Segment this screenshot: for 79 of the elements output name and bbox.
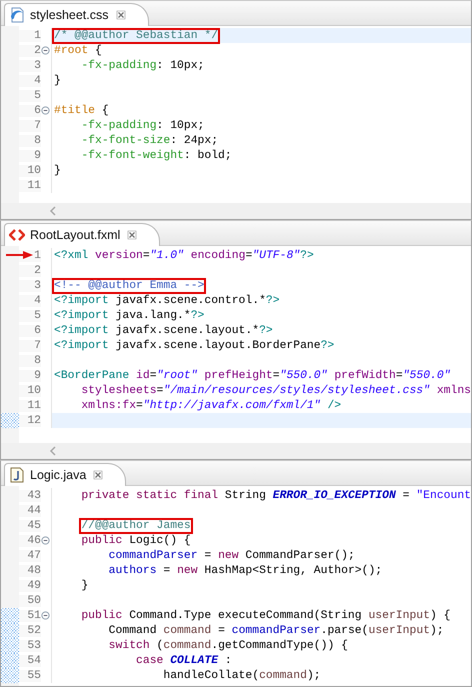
line-number: 2	[19, 44, 41, 56]
code-line: }	[54, 164, 61, 176]
code-line: #title {	[54, 104, 109, 116]
line-number: 4	[19, 74, 41, 86]
java-file-icon	[9, 467, 25, 483]
code-line: authors = new HashMap<String, Author>();	[108, 564, 382, 576]
code-line: <?import javafx.scene.layout.BorderPane?>	[54, 340, 334, 352]
code-line: stylesheets="/main/resources/styles/stylesheet.css" xmlns	[80, 384, 471, 396]
line-number: 3	[19, 60, 41, 72]
code-line: handleCollate(command);	[162, 670, 321, 682]
line-number: 7	[19, 120, 41, 132]
code-line: commandParser = new CommandParser();	[108, 550, 355, 562]
xml-file-icon	[9, 227, 25, 243]
code-line: <!-- @@author Emma -->	[54, 280, 204, 292]
line-number: 5	[19, 310, 41, 322]
line-number: 8	[19, 354, 41, 366]
line-number: 50	[19, 594, 41, 606]
code-line: }	[54, 74, 61, 86]
line-number: 11	[19, 400, 41, 412]
line-number: 46	[19, 534, 41, 546]
line-number: 44	[19, 504, 41, 516]
code-line: Command command = commandParser.parse(userInput);	[108, 624, 444, 636]
line-number: 10	[19, 384, 41, 396]
line-number: 10	[19, 164, 41, 176]
line-number: 3	[19, 280, 41, 292]
horizontal-scrollbar[interactable]	[1, 443, 471, 459]
code-line: -fx-padding: 10px;	[80, 60, 204, 72]
line-number: 4	[19, 294, 41, 306]
code-line: public Logic() {	[80, 534, 191, 546]
line-number: 49	[19, 580, 41, 592]
line-number: 52	[19, 624, 41, 636]
code-line: -fx-padding: 10px;	[80, 120, 204, 132]
line-number: 7	[19, 340, 41, 352]
editor-tab[interactable]: stylesheet.css	[4, 3, 149, 26]
close-icon[interactable]	[116, 10, 126, 20]
line-number: 11	[19, 180, 41, 192]
code-line: switch (command.getCommandType()) {	[108, 640, 348, 652]
line-number: 43	[19, 490, 41, 502]
line-number: 9	[19, 370, 41, 382]
collapse-icon[interactable]	[41, 536, 50, 545]
close-icon[interactable]	[127, 230, 138, 240]
line-number: 9	[19, 150, 41, 162]
horizontal-scrollbar[interactable]	[1, 203, 471, 219]
line-number: 5	[19, 90, 41, 102]
editor-tab[interactable]: RootLayout.fxml	[4, 223, 160, 246]
code-line: <?import javafx.scene.layout.*?>	[54, 324, 273, 336]
line-number: 51	[19, 610, 41, 622]
collapse-icon[interactable]	[41, 46, 50, 55]
code-line: xmlns:fx="http://javafx.com/fxml/1" />	[80, 400, 342, 412]
line-number: 12	[19, 414, 41, 426]
code-line: }	[80, 580, 88, 592]
line-number: 47	[19, 550, 41, 562]
code-line: public Command.Type executeCommand(String userInput) {	[80, 610, 450, 622]
code-line: <?xml version="1.0" encoding="UTF-8"?>	[54, 250, 314, 262]
code-line: <?import java.lang.*?>	[54, 310, 204, 322]
code-line: //@@author James	[80, 520, 191, 532]
line-number: 8	[19, 134, 41, 146]
code-line: -fx-font-weight: bold;	[80, 150, 232, 162]
code-line: #root {	[54, 44, 102, 56]
line-number: 53	[19, 640, 41, 652]
line-number: 48	[19, 564, 41, 576]
line-number: 6	[19, 104, 41, 116]
collapse-icon[interactable]	[41, 106, 50, 115]
code-line: /* @@author Sebastian */	[54, 30, 218, 42]
close-icon[interactable]	[93, 470, 104, 480]
line-number: 54	[19, 654, 41, 666]
code-line: <?import javafx.scene.control.*?>	[54, 294, 280, 306]
collapse-icon[interactable]	[41, 611, 50, 620]
line-number: 1	[19, 30, 41, 42]
code-line: private static final String ERROR_IO_EXCEPTION = "Encount	[80, 490, 471, 502]
css-file-icon	[9, 7, 25, 23]
line-number: 55	[19, 670, 41, 682]
line-number: 2	[19, 264, 41, 276]
code-line: -fx-font-size: 24px;	[80, 134, 218, 146]
line-number: 6	[19, 324, 41, 336]
code-line: case COLLATE :	[135, 654, 232, 666]
line-number: 45	[19, 520, 41, 532]
editor-tab[interactable]: Logic.java	[4, 463, 126, 486]
code-line: <BorderPane id="root" prefHeight="550.0" prefWidth="550.0"	[54, 370, 451, 382]
